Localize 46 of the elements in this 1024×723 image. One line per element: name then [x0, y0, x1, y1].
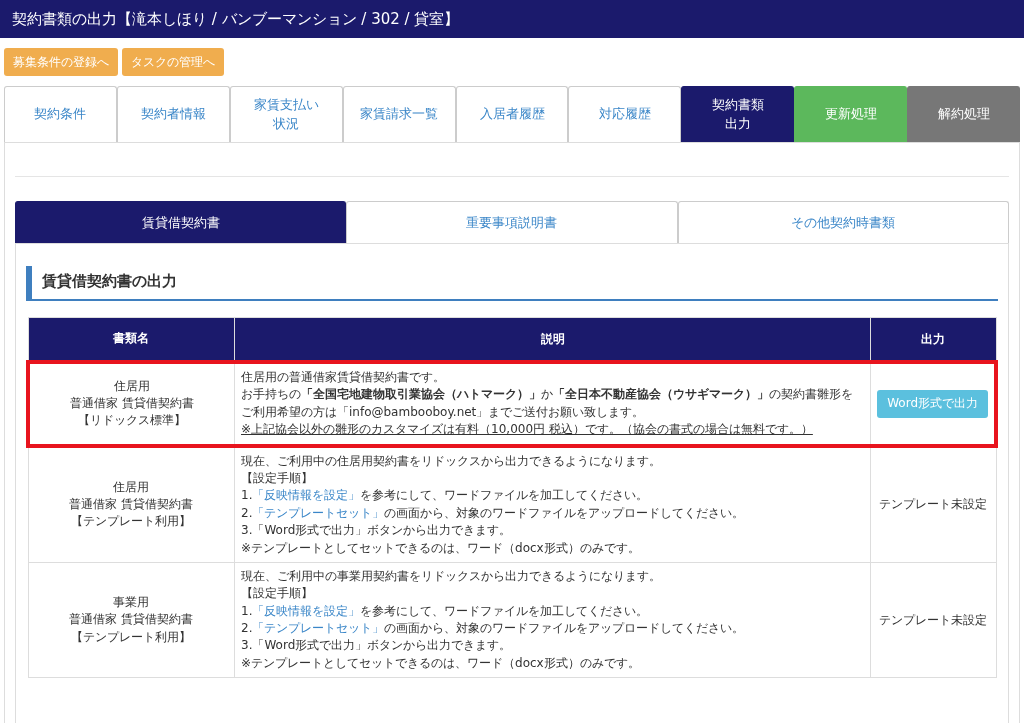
- status-text: テンプレート未設定: [879, 612, 988, 627]
- description-text: の画面から、対象のワードファイルをアップロードしてください。: [384, 621, 745, 636]
- tab[interactable]: 賃貸借契約書: [15, 201, 347, 243]
- description-text: 3.「Word形式で出力」ボタンから出力できます。: [241, 638, 512, 653]
- document-name: 住居用 普通借家 賃貸借契約書 【テンプレート利用】: [69, 478, 194, 531]
- description-text: 現在、ご利用中の事業用契約書をリドックスから出力できるようになります。: [241, 568, 661, 583]
- description-text: 【設定手順】: [241, 586, 313, 601]
- description-text: ※テンプレートとしてセットできるのは、ワード（docx形式）のみです。: [241, 540, 640, 555]
- tab[interactable]: 家賃請求一覧: [342, 86, 456, 142]
- description-text: 【設定手順】: [241, 470, 313, 485]
- section-heading: 賃貸借契約書の出力: [26, 266, 998, 301]
- description-text: を参考にして、ワードファイルを加工してください。: [360, 488, 649, 503]
- tab[interactable]: 入居者履歴: [455, 86, 569, 142]
- description-text: ※上記協会以外の雛形のカスタマイズは有料（10,000円 税込）です。（協会の書式の場合は無料です。）: [241, 422, 813, 437]
- export-word-button[interactable]: Word形式で出力: [877, 389, 988, 418]
- tab[interactable]: 契約条件: [4, 86, 117, 142]
- tab[interactable]: その他契約時書類: [677, 201, 1009, 243]
- link[interactable]: 「反映情報を設定」: [252, 603, 361, 618]
- document-name: 住居用 普通借家 賃貸借契約書 【リドックス標準】: [70, 377, 194, 430]
- link[interactable]: 「反映情報を設定」: [252, 488, 361, 503]
- description-text: ※テンプレートとしてセットできるのは、ワード（docx形式）のみです。: [241, 655, 640, 670]
- description-text: 住居用の普通借家賃貸借契約書です。: [241, 370, 445, 384]
- tab[interactable]: 家賃支払い 状況: [229, 86, 343, 142]
- column-header: 出力: [870, 317, 996, 362]
- description-text: 1.: [241, 603, 253, 618]
- tab[interactable]: 契約者情報: [116, 86, 230, 142]
- status-text: テンプレート未設定: [879, 497, 988, 512]
- document-name: 事業用 普通借家 賃貸借契約書 【テンプレート利用】: [69, 594, 194, 646]
- description-text: 現在、ご利用中の住居用契約書をリドックスから出力できるようになります。: [241, 453, 661, 468]
- description-text: を参考にして、ワードファイルを加工してください。: [360, 603, 649, 618]
- column-header: 書類名: [28, 317, 235, 362]
- column-header: 説明: [234, 317, 871, 362]
- tab[interactable]: 対応履歴: [568, 86, 682, 142]
- page-title: 契約書類の出力【滝本しほり / バンブーマンション / 302 / 貸室】: [12, 9, 460, 29]
- description-text: お手持ちの「全国宅地建物取引業協会（ハトマーク）」か「全日本不動産協会（ウサギマーク）」の契約書雛形をご利用希望の方は「info@bambooboy.net」までご送付お願い致します。: [241, 387, 853, 419]
- tab[interactable]: 重要事項説明書: [346, 201, 678, 243]
- tab[interactable]: 解約処理: [907, 86, 1020, 142]
- description-text: 2.: [241, 505, 253, 520]
- description-text: の画面から、対象のワードファイルをアップロードしてください。: [384, 505, 745, 520]
- description-text: 1.: [241, 488, 253, 503]
- description-text: 2.: [241, 621, 253, 636]
- link[interactable]: 「テンプレートセット」: [252, 621, 385, 636]
- link[interactable]: 「テンプレートセット」: [252, 505, 385, 520]
- description-text: 3.「Word形式で出力」ボタンから出力できます。: [241, 523, 512, 538]
- tab[interactable]: 契約書類 出力: [681, 86, 795, 142]
- tab[interactable]: 更新処理: [794, 86, 908, 142]
